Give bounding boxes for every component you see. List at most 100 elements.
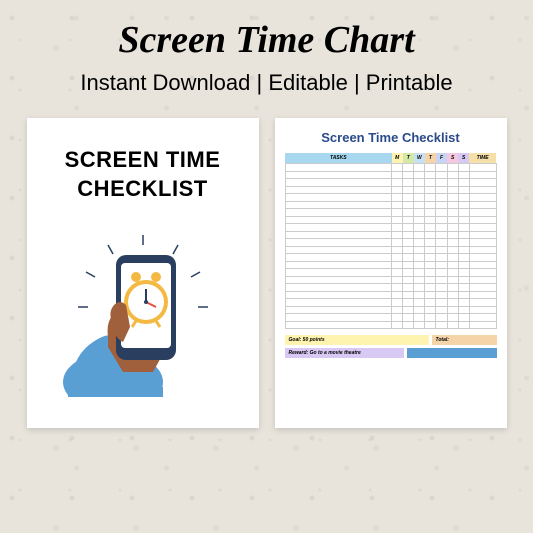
table-row [285, 201, 496, 209]
table-cell [469, 314, 496, 322]
table-cell [403, 164, 414, 172]
table-cell [447, 291, 458, 299]
table-cell [469, 186, 496, 194]
table-cell [285, 314, 392, 322]
table-cell [425, 171, 436, 179]
col-sunday: S [458, 153, 469, 164]
table-cell [447, 246, 458, 254]
table-cell [414, 284, 425, 292]
table-cell [458, 306, 469, 314]
table-cell [414, 261, 425, 269]
table-cell [392, 216, 403, 224]
table-row [285, 246, 496, 254]
table-cell [425, 291, 436, 299]
table-cell [469, 224, 496, 232]
table-cell [458, 261, 469, 269]
cover-page: SCREEN TIME CHECKLIST [27, 118, 259, 428]
table-row [285, 186, 496, 194]
table-cell [285, 269, 392, 277]
table-cell [414, 269, 425, 277]
table-row [285, 194, 496, 202]
table-cell [458, 269, 469, 277]
table-cell [403, 171, 414, 179]
table-cell [414, 201, 425, 209]
table-cell [469, 246, 496, 254]
table-cell [447, 179, 458, 187]
product-subtitle: Instant Download | Editable | Printable [0, 70, 533, 96]
table-cell [469, 171, 496, 179]
table-cell [436, 164, 447, 172]
table-cell [414, 216, 425, 224]
table-cell [469, 239, 496, 247]
reward-box: Reward: Go to a movie theatre [285, 348, 404, 358]
table-cell [403, 179, 414, 187]
pages-container: SCREEN TIME CHECKLIST [0, 96, 533, 450]
table-cell [414, 291, 425, 299]
table-cell [425, 306, 436, 314]
table-cell [425, 321, 436, 329]
table-cell [447, 299, 458, 307]
table-cell [403, 254, 414, 262]
table-cell [436, 299, 447, 307]
table-cell [403, 261, 414, 269]
table-cell [436, 216, 447, 224]
table-cell [425, 261, 436, 269]
table-cell [436, 269, 447, 277]
table-row [285, 179, 496, 187]
table-cell [414, 186, 425, 194]
table-cell [447, 201, 458, 209]
table-cell [425, 284, 436, 292]
table-cell [458, 194, 469, 202]
table-cell [458, 291, 469, 299]
table-cell [403, 194, 414, 202]
table-cell [458, 179, 469, 187]
col-saturday: S [447, 153, 458, 164]
table-row [285, 254, 496, 262]
table-cell [425, 246, 436, 254]
table-cell [425, 194, 436, 202]
cover-title-line1: SCREEN TIME [45, 146, 241, 175]
table-cell [458, 246, 469, 254]
table-cell [403, 306, 414, 314]
table-row [285, 276, 496, 284]
table-cell [414, 314, 425, 322]
table-cell [414, 224, 425, 232]
table-cell [285, 179, 392, 187]
footer-rows: Goal: 50 points Total: Reward: Go to a m… [285, 335, 497, 358]
table-cell [285, 299, 392, 307]
table-cell [392, 284, 403, 292]
table-cell [392, 246, 403, 254]
table-cell [447, 216, 458, 224]
table-cell [469, 209, 496, 217]
checklist-title: Screen Time Checklist [285, 130, 497, 145]
table-cell [469, 321, 496, 329]
table-cell [414, 231, 425, 239]
table-cell [469, 276, 496, 284]
table-cell [425, 186, 436, 194]
col-monday: M [392, 153, 403, 164]
table-cell [285, 186, 392, 194]
table-cell [425, 299, 436, 307]
table-cell [403, 284, 414, 292]
table-cell [447, 209, 458, 217]
table-cell [425, 269, 436, 277]
table-cell [285, 164, 392, 172]
table-cell [447, 171, 458, 179]
col-wednesday: W [414, 153, 425, 164]
table-cell [458, 224, 469, 232]
table-cell [447, 239, 458, 247]
table-cell [414, 321, 425, 329]
table-cell [458, 239, 469, 247]
table-cell [436, 291, 447, 299]
hand-phone-icon [58, 227, 228, 397]
table-cell [392, 171, 403, 179]
table-cell [436, 224, 447, 232]
table-cell [392, 291, 403, 299]
table-cell [436, 239, 447, 247]
table-row [285, 321, 496, 329]
phone-clock-illustration [45, 227, 241, 397]
table-cell [285, 239, 392, 247]
table-cell [469, 179, 496, 187]
table-cell [458, 164, 469, 172]
table-cell [285, 224, 392, 232]
